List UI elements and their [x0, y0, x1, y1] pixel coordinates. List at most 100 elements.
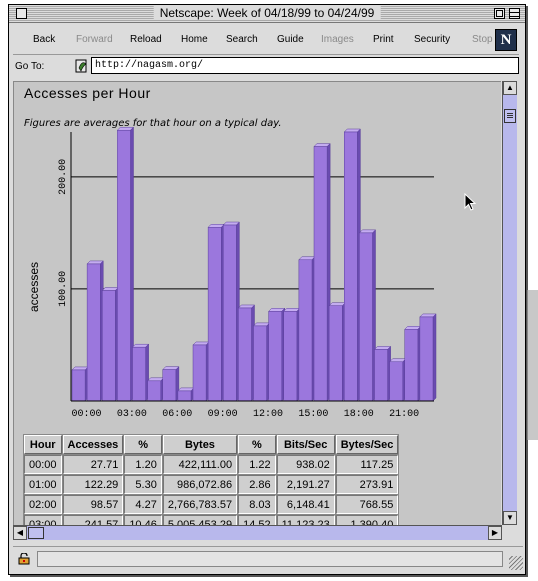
chart-bar	[268, 307, 286, 402]
col-header-accesses: Accesses	[62, 435, 124, 454]
chart-bar	[177, 387, 195, 402]
chart-bar	[298, 256, 316, 402]
table-cell: 2,766,783.57	[162, 495, 238, 514]
background-window-edge	[527, 290, 538, 440]
chart-x-tick-label: 06:00	[162, 409, 192, 420]
url-input[interactable]: http://nagasm.org/	[91, 57, 519, 74]
stop-button[interactable]: Stop	[472, 34, 493, 45]
title-bar[interactable]: Netscape: Week of 04/18/99 to 04/24/99	[9, 5, 525, 23]
table-cell: 6,148.41	[276, 495, 335, 514]
chart-bar	[162, 366, 180, 402]
scroll-left-arrow-icon[interactable]: ◀	[13, 526, 27, 540]
window-title: Netscape: Week of 04/18/99 to 04/24/99	[153, 6, 381, 20]
chart-bar	[389, 358, 407, 402]
col-header-bits-per-sec: Bits/Sec	[276, 435, 335, 454]
resize-grip-icon[interactable]	[509, 556, 523, 570]
chart-x-tick-label: 18:00	[344, 409, 374, 420]
table-cell: 4.27	[124, 495, 162, 514]
table-cell: 03:00	[24, 515, 62, 525]
table-cell: 938.02	[276, 455, 335, 474]
col-header-bytes-per-sec: Bytes/Sec	[335, 435, 399, 454]
horizontal-scrollbar[interactable]: ◀ ▶	[13, 525, 502, 540]
table-row: 02:00 98.57 4.27 2,766,783.57 8.03 6,148…	[24, 495, 399, 514]
chart-y-tick-label: 100.00	[58, 271, 69, 307]
chart-bar	[328, 302, 346, 402]
scroll-down-arrow-icon[interactable]: ▼	[503, 511, 517, 525]
browser-window: Netscape: Week of 04/18/99 to 04/24/99 B…	[8, 4, 526, 575]
guide-button[interactable]: Guide	[277, 34, 304, 45]
table-cell: 1,390.40	[335, 515, 399, 525]
location-bar: Go To: http://nagasm.org/	[13, 56, 519, 78]
chart-bar	[86, 260, 104, 402]
table-cell: 117.25	[335, 455, 399, 474]
zoom-box[interactable]	[494, 8, 505, 19]
close-box[interactable]	[16, 8, 27, 19]
mouse-cursor-icon	[464, 193, 477, 211]
table-cell: 241.57	[62, 515, 124, 525]
chart-bar	[343, 128, 361, 402]
back-button[interactable]: Back	[33, 34, 55, 45]
chart-bar	[373, 345, 392, 402]
scroll-right-arrow-icon[interactable]: ▶	[488, 526, 502, 540]
chart-bar	[283, 307, 301, 402]
chart-bar	[101, 286, 119, 402]
chart-bar	[222, 221, 240, 402]
table-cell: 00:00	[24, 455, 62, 474]
table-row: 03:00 241.57 10.46 5,005,453.29 14.52 11…	[24, 515, 399, 525]
table-cell: 02:00	[24, 495, 62, 514]
col-header-bytes-percent: %	[238, 435, 276, 454]
chart-bar	[252, 322, 271, 402]
table-cell: 2,191.27	[276, 475, 335, 494]
table-cell: 768.55	[335, 495, 399, 514]
table-cell: 8.03	[238, 495, 276, 514]
table-cell: 14.52	[238, 515, 276, 525]
table-cell: 01:00	[24, 475, 62, 494]
security-button[interactable]: Security	[414, 34, 450, 45]
hourly-stats-table: Hour Accesses % Bytes % Bits/Sec Bytes/S…	[23, 434, 400, 525]
location-label: Go To:	[15, 61, 45, 72]
table-cell: 5.30	[124, 475, 162, 494]
navigation-toolbar: Back Forward Reload Home Search Guide Im…	[13, 27, 519, 55]
security-lock-icon[interactable]	[17, 553, 31, 565]
bookmark-page-icon[interactable]	[75, 58, 89, 74]
reload-button[interactable]: Reload	[130, 34, 162, 45]
chart-x-tick-label: 09:00	[208, 409, 238, 420]
search-button[interactable]: Search	[226, 34, 258, 45]
images-button[interactable]: Images	[321, 34, 354, 45]
chart-y-tick-label: 200.00	[58, 159, 69, 195]
chart-bar	[131, 343, 150, 402]
status-bar	[13, 546, 523, 570]
page-content: Accesses per Hour Figures are averages f…	[13, 81, 501, 525]
horizontal-scroll-thumb[interactable]	[28, 527, 44, 539]
chart-bar	[147, 377, 165, 402]
chart-x-tick-label: 03:00	[117, 409, 147, 420]
chart-bar	[419, 313, 437, 402]
chart-bar	[358, 229, 377, 402]
vertical-scroll-thumb[interactable]	[504, 109, 516, 123]
chart-bar	[237, 304, 256, 402]
table-cell: 986,072.86	[162, 475, 238, 494]
print-button[interactable]: Print	[373, 34, 394, 45]
chart-x-tick-label: 12:00	[253, 409, 283, 420]
table-cell: 5,005,453.29	[162, 515, 238, 525]
status-message	[37, 551, 503, 567]
table-row: 01:00 122.29 5.30 986,072.86 2.86 2,191.…	[24, 475, 399, 494]
chart-bar	[116, 126, 135, 402]
col-header-access-percent: %	[124, 435, 162, 454]
chart-bars	[71, 126, 437, 402]
chart-y-axis-label: accesses	[27, 262, 41, 312]
chart-bar	[192, 341, 210, 402]
chart-x-tick-label: 15:00	[298, 409, 328, 420]
vertical-scrollbar[interactable]: ▲ ▼	[502, 81, 517, 525]
table-cell: 27.71	[62, 455, 124, 474]
table-cell: 273.91	[335, 475, 399, 494]
chart-x-tick-label: 00:00	[72, 409, 102, 420]
table-cell: 2.86	[238, 475, 276, 494]
forward-button[interactable]: Forward	[76, 34, 113, 45]
chart-bar	[404, 325, 422, 402]
table-cell: 1.22	[238, 455, 276, 474]
collapse-box[interactable]	[509, 8, 520, 19]
scroll-up-arrow-icon[interactable]: ▲	[503, 81, 517, 95]
netscape-logo[interactable]: N	[495, 29, 517, 51]
home-button[interactable]: Home	[181, 34, 208, 45]
